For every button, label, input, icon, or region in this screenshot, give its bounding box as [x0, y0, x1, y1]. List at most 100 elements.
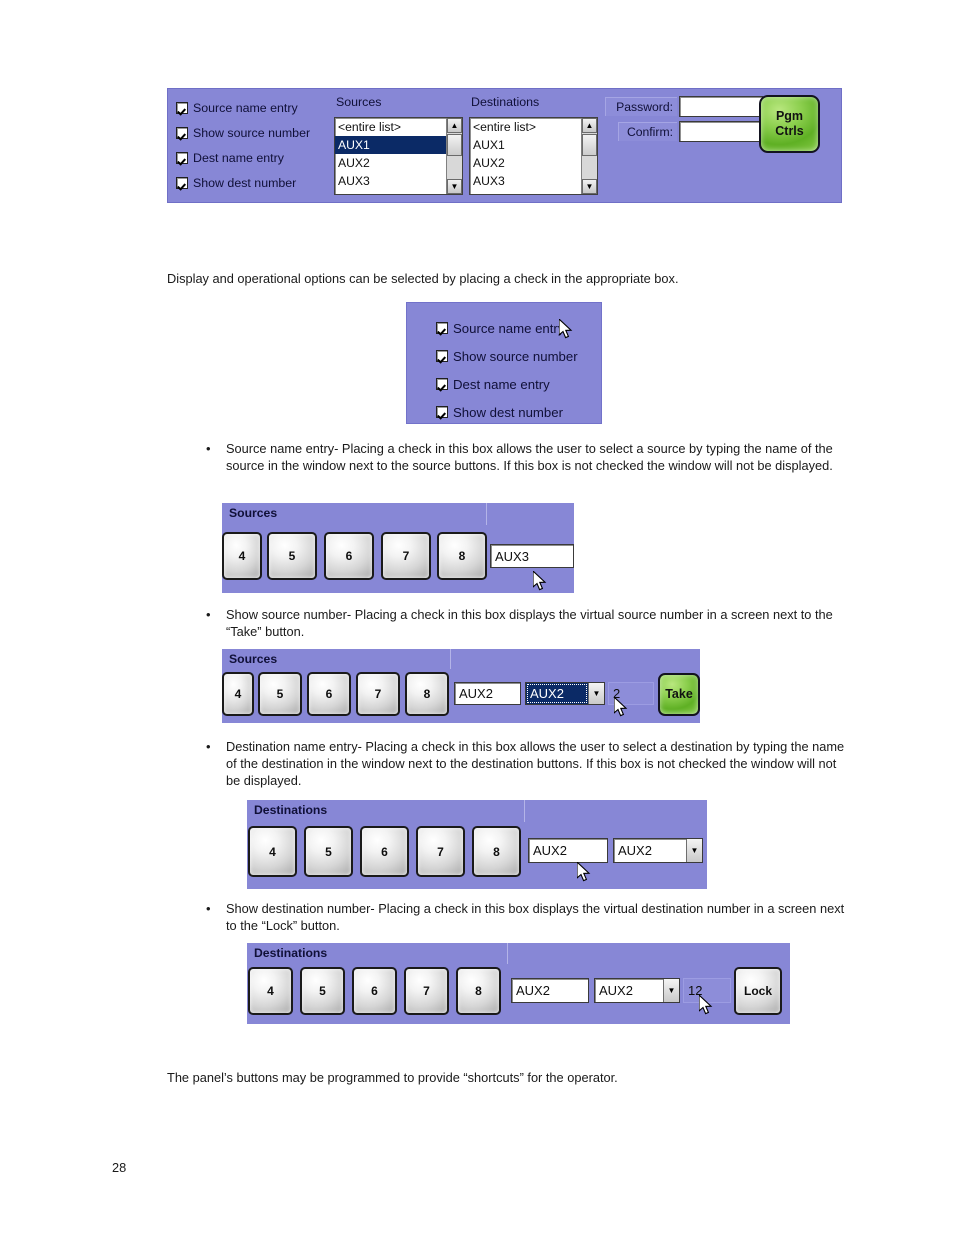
checkbox-row-show-source-number[interactable]: Show source number	[436, 342, 578, 370]
checkbox-label-dest-name-entry: Dest name entry	[453, 376, 550, 392]
source-button-6[interactable]: 6	[307, 672, 351, 716]
checkbox-row-show-source-number[interactable]: Show source number	[176, 120, 328, 145]
destination-button-7[interactable]: 7	[404, 967, 449, 1015]
list-item[interactable]: <entire list>	[335, 118, 446, 136]
destination-button-4[interactable]: 4	[248, 826, 297, 877]
checkbox-source-name-entry[interactable]	[176, 101, 188, 114]
checkbox-row-show-dest-number[interactable]: Show dest number	[436, 398, 578, 426]
source-button-5[interactable]: 5	[267, 532, 317, 580]
scrollbar-thumb[interactable]	[447, 134, 462, 156]
source-button-5[interactable]: 5	[258, 672, 302, 716]
destination-button-label: 5	[325, 844, 332, 859]
strip-header: Destinations	[254, 946, 328, 960]
checkbox-source-name-entry[interactable]	[436, 322, 448, 334]
source-select[interactable]: AUX2 ▼	[525, 682, 605, 705]
destinations-list-scrollbar[interactable]: ▲ ▼	[581, 118, 597, 194]
destination-button-5[interactable]: 5	[300, 967, 345, 1015]
source-button-4[interactable]: 4	[222, 532, 262, 580]
list-item[interactable]: AUX3	[470, 172, 581, 190]
strip-header: Sources	[229, 652, 278, 666]
checkbox-dest-name-entry[interactable]	[436, 378, 448, 390]
scrollbar-thumb[interactable]	[582, 134, 597, 156]
mouse-cursor-icon	[559, 319, 575, 341]
source-button-label: 4	[238, 549, 246, 563]
checkbox-show-source-number[interactable]	[436, 350, 448, 362]
checkbox-row-show-dest-number[interactable]: Show dest number	[176, 170, 328, 195]
take-button-label: Take	[665, 687, 693, 701]
password-label: Password:	[605, 97, 677, 116]
scroll-down-icon[interactable]: ▼	[582, 179, 597, 194]
source-button-4[interactable]: 4	[222, 672, 254, 716]
mouse-cursor-icon	[577, 862, 593, 884]
checkbox-row-source-name-entry[interactable]: Source name entry	[176, 95, 328, 120]
source-button-6[interactable]: 6	[324, 532, 374, 580]
confirm-label: Confirm:	[618, 122, 677, 141]
source-button-7[interactable]: 7	[381, 532, 431, 580]
checkbox-show-dest-number[interactable]	[176, 176, 188, 189]
chevron-down-icon[interactable]: ▼	[686, 839, 702, 862]
source-button-label: 6	[325, 687, 333, 701]
source-name-input[interactable]: AUX2	[454, 682, 521, 705]
chevron-down-icon[interactable]: ▼	[663, 979, 679, 1002]
source-name-input[interactable]: AUX3	[490, 544, 574, 568]
destination-button-6[interactable]: 6	[360, 826, 409, 877]
checkbox-row-source-name-entry[interactable]: Source name entry	[436, 314, 578, 342]
password-input[interactable]	[679, 96, 763, 117]
list-item[interactable]: AUX3	[335, 172, 446, 190]
destination-name-input[interactable]: AUX2	[511, 978, 589, 1003]
destination-button-5[interactable]: 5	[304, 826, 353, 877]
checkbox-label-dest-name-entry: Dest name entry	[193, 150, 284, 165]
source-button-label: 8	[458, 549, 466, 563]
checkbox-row-dest-name-entry[interactable]: Dest name entry	[176, 145, 328, 170]
destination-button-8[interactable]: 8	[456, 967, 501, 1015]
destination-button-6[interactable]: 6	[352, 967, 397, 1015]
destination-name-input[interactable]: AUX2	[528, 838, 608, 863]
source-button-label: 5	[276, 687, 284, 701]
sources-listbox[interactable]: <entire list> AUX1 AUX2 AUX3 ▲ ▼	[334, 117, 463, 195]
destination-button-4[interactable]: 4	[248, 967, 293, 1015]
destination-select[interactable]: AUX2 ▼	[594, 978, 680, 1003]
scroll-down-icon[interactable]: ▼	[447, 179, 462, 194]
pgm-ctrls-line1: Pgm	[775, 109, 804, 123]
mouse-cursor-icon	[699, 995, 715, 1017]
bullet-source-name-entry: • Source name entry- Placing a check in …	[190, 440, 845, 474]
scroll-up-icon[interactable]: ▲	[582, 118, 597, 133]
source-button-8[interactable]: 8	[405, 672, 449, 716]
bullet-marker: •	[206, 441, 211, 456]
destination-select[interactable]: AUX2 ▼	[613, 838, 703, 863]
sources-number-strip: Sources 4 5 6 7 8 AUX2 AUX2 ▼ 2 Take	[222, 649, 700, 723]
source-button-8[interactable]: 8	[437, 532, 487, 580]
bullet-marker: •	[206, 901, 211, 916]
take-button[interactable]: Take	[658, 673, 700, 716]
chevron-down-icon[interactable]: ▼	[588, 683, 604, 704]
bullet-show-source-number: • Show source number- Placing a check in…	[190, 606, 845, 640]
list-item[interactable]: AUX2	[335, 154, 446, 172]
mouse-cursor-icon	[533, 571, 549, 593]
list-item[interactable]: AUX2	[470, 154, 581, 172]
list-item[interactable]: AUX1	[335, 136, 446, 154]
checkbox-row-dest-name-entry[interactable]: Dest name entry	[436, 370, 578, 398]
source-button-label: 6	[345, 549, 353, 563]
top-panel-checkbox-group: Source name entry Show source number Des…	[176, 95, 328, 195]
checkbox-show-dest-number[interactable]	[436, 406, 448, 418]
sources-list-scrollbar[interactable]: ▲ ▼	[446, 118, 462, 194]
checkbox-dest-name-entry[interactable]	[176, 151, 188, 164]
confirm-input[interactable]	[679, 121, 763, 142]
destination-button-7[interactable]: 7	[416, 826, 465, 877]
sources-name-entry-strip: Sources 4 5 6 7 8 AUX3	[222, 503, 574, 593]
list-item[interactable]: <entire list>	[470, 118, 581, 136]
source-button-label: 4	[234, 687, 242, 701]
destination-button-8[interactable]: 8	[472, 826, 521, 877]
destination-button-label: 7	[437, 844, 444, 859]
destinations-listbox[interactable]: <entire list> AUX1 AUX2 AUX3 ▲ ▼	[469, 117, 598, 195]
source-button-7[interactable]: 7	[356, 672, 400, 716]
strip-header: Destinations	[254, 803, 328, 817]
pgm-ctrls-button[interactable]: Pgm Ctrls	[759, 95, 820, 153]
scroll-up-icon[interactable]: ▲	[447, 118, 462, 133]
destination-button-label: 8	[493, 844, 500, 859]
checkbox-show-source-number[interactable]	[176, 126, 188, 139]
header-divider	[486, 503, 487, 525]
strip-header: Sources	[229, 506, 278, 520]
list-item[interactable]: AUX1	[470, 136, 581, 154]
lock-button[interactable]: Lock	[734, 967, 782, 1015]
